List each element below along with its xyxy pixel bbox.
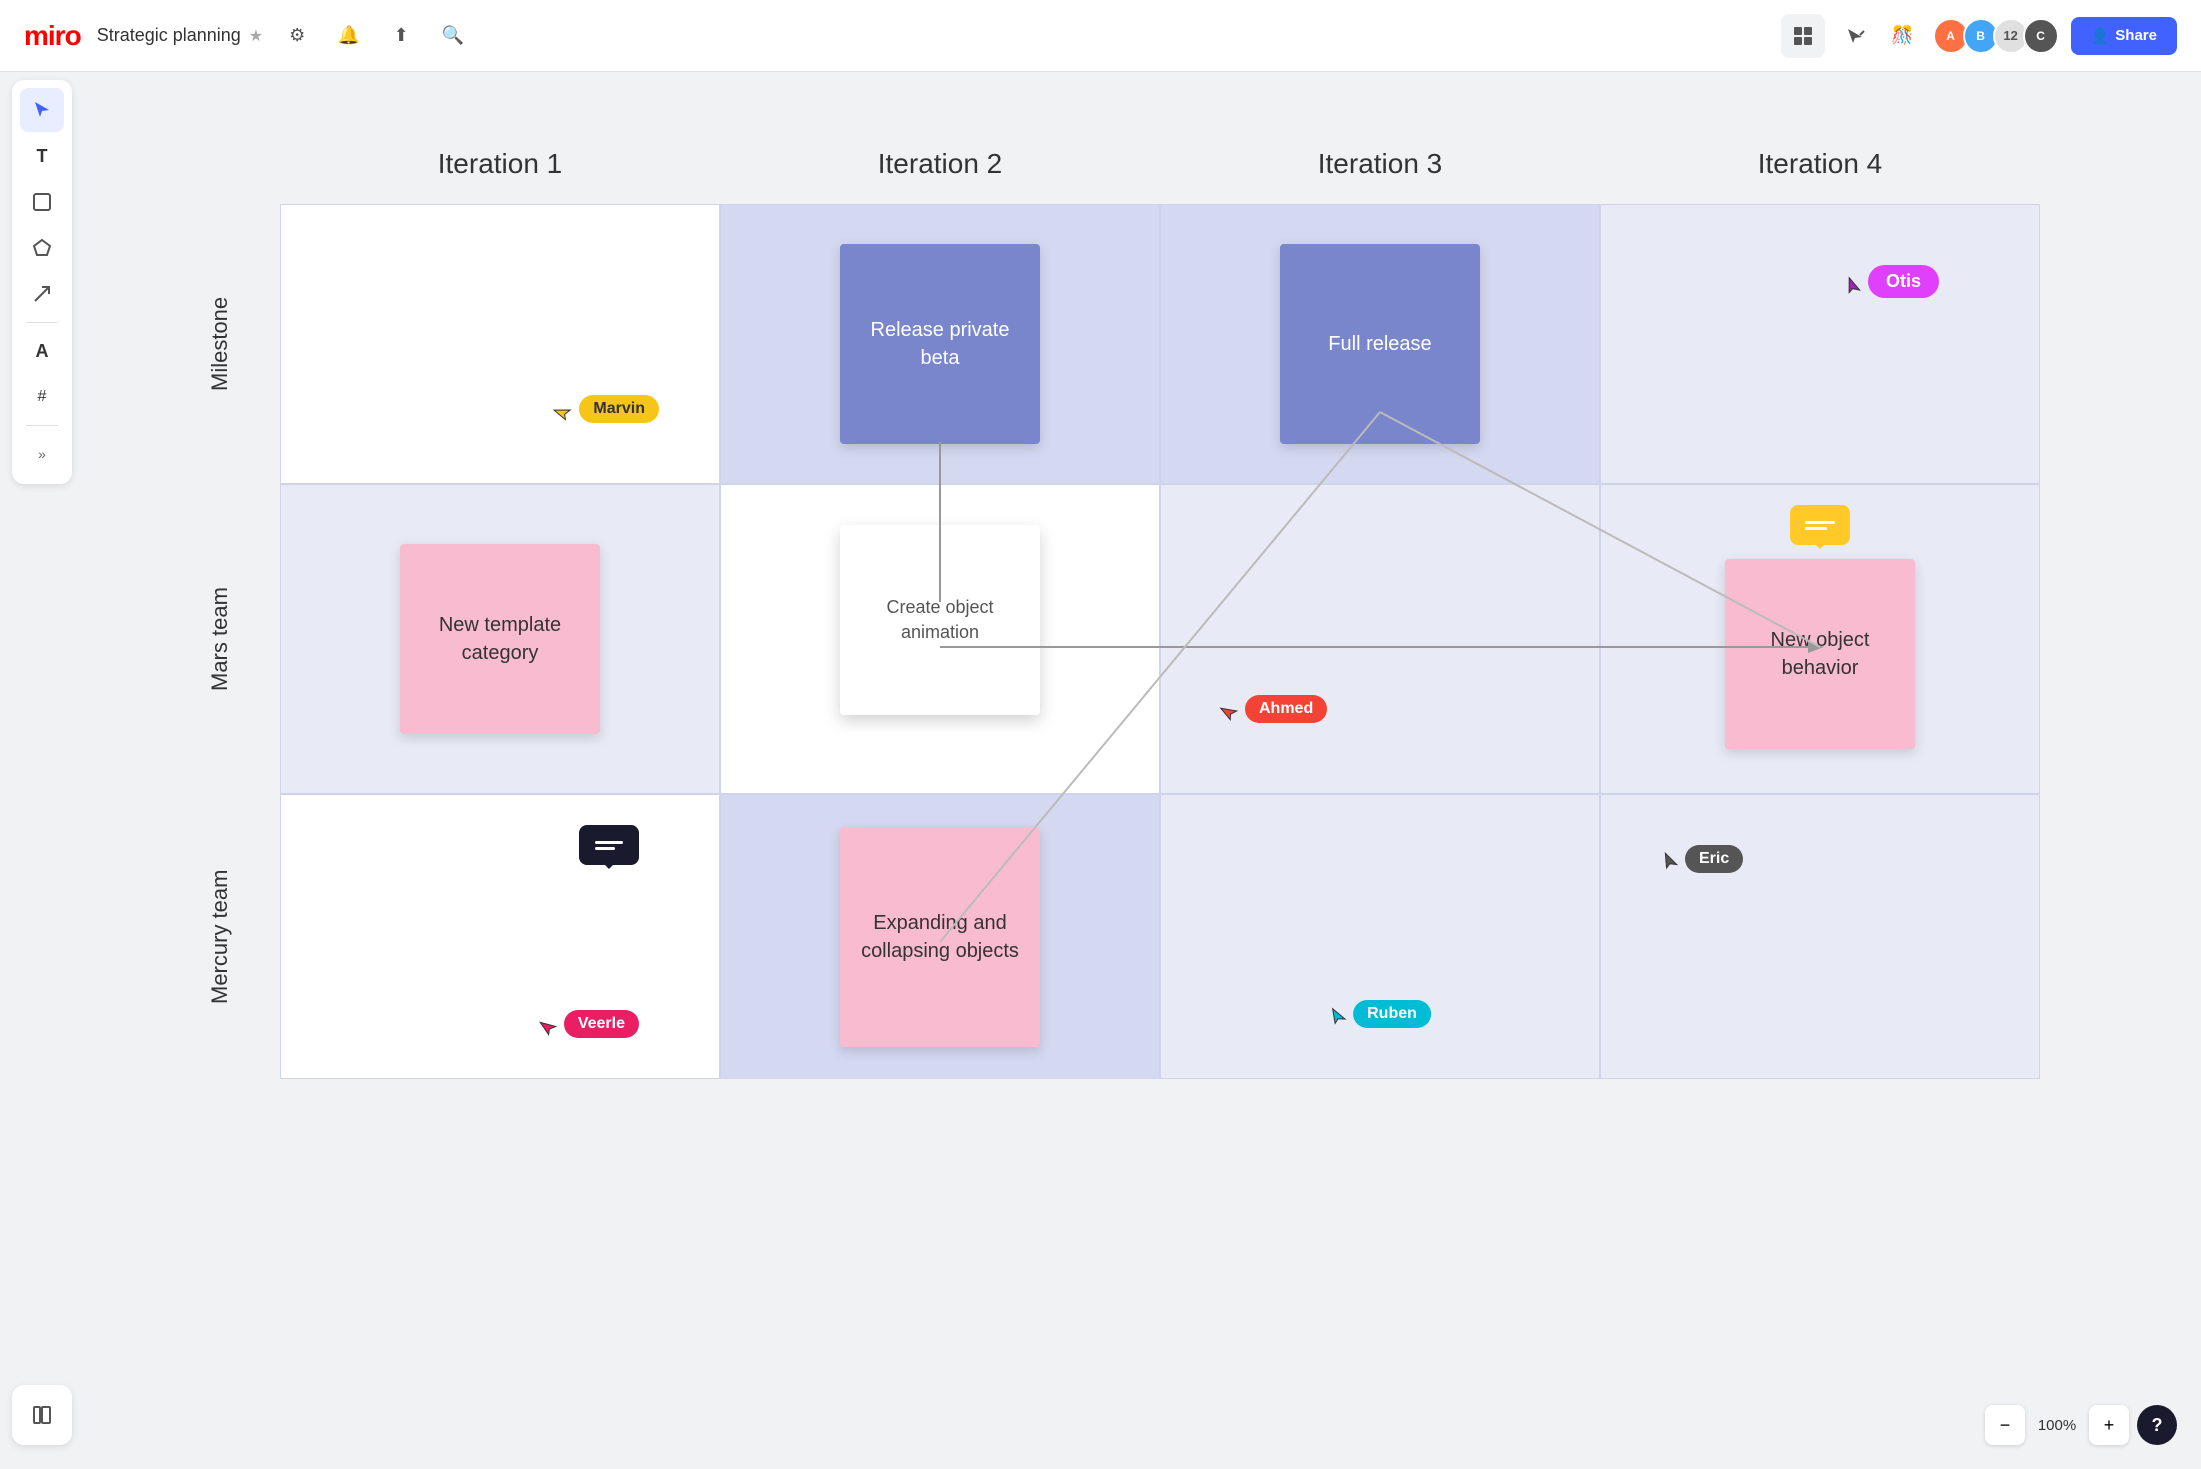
- cursor-ruben: Ruben: [1329, 1000, 1431, 1028]
- share-label: Share: [2115, 27, 2157, 44]
- eric-tag: Eric: [1685, 845, 1743, 873]
- cursor-otis: Otis: [1844, 265, 1939, 298]
- left-toolbar: T A # »: [12, 80, 72, 484]
- avatar-group: A B 12 C: [1933, 18, 2059, 54]
- toolbar-divider: [26, 322, 58, 323]
- ruben-tag: Ruben: [1353, 1000, 1431, 1028]
- frame-tool[interactable]: #: [20, 375, 64, 419]
- apps-button[interactable]: [1781, 14, 1825, 58]
- sticky-expanding-collapsing[interactable]: Expanding and collapsing objects: [840, 827, 1040, 1047]
- cursor-ahmed: Ahmed: [1221, 695, 1327, 723]
- share-board-icon[interactable]: ⬆: [383, 18, 419, 54]
- ahmed-tag: Ahmed: [1245, 695, 1327, 723]
- cursor-veerle: Veerle: [540, 1010, 639, 1038]
- arrow-tool[interactable]: [20, 272, 64, 316]
- grid-rows: Marvin Release private beta Full release: [280, 204, 2080, 1079]
- pen-tool[interactable]: A: [20, 329, 64, 373]
- chat-lines-dark: [595, 841, 623, 850]
- toolbar-divider2: [26, 425, 58, 426]
- select-tool[interactable]: [20, 88, 64, 132]
- bottom-right-controls: − 100% + ?: [1985, 1405, 2177, 1445]
- row-label-milestone: Milestone: [160, 204, 280, 484]
- chat-bubble-mars4[interactable]: [1790, 505, 1850, 545]
- otis-tag: Otis: [1868, 265, 1939, 298]
- sticky-new-template[interactable]: New template category: [400, 544, 600, 734]
- confetti-icon[interactable]: 🎊: [1885, 18, 1921, 54]
- sticky-full-release[interactable]: Full release: [1280, 244, 1480, 444]
- cell-m2[interactable]: Release private beta: [720, 204, 1160, 484]
- zoom-out-button[interactable]: −: [1985, 1405, 2025, 1445]
- cursor-eric: Eric: [1661, 845, 1743, 873]
- note-tool[interactable]: [20, 180, 64, 224]
- col-header-4: Iteration 4: [1600, 132, 2040, 204]
- topbar-right: 🎊 A B 12 C 👤 Share: [1781, 14, 2177, 58]
- row-mercury: Veerle Expanding and collapsing objects: [280, 794, 2080, 1079]
- grid-container: Milestone Mars team Mercury team Ma: [160, 204, 2080, 1079]
- share-icon: 👤: [2091, 27, 2110, 45]
- row-mars: New template category Create object anim…: [280, 484, 2080, 794]
- sticky-new-object-behavior[interactable]: New object behavior: [1725, 559, 1915, 749]
- cell-m3[interactable]: Full release: [1160, 204, 1600, 484]
- chat-lines: [1805, 521, 1835, 530]
- cell-mars2[interactable]: Create object animation: [720, 484, 1160, 794]
- cursor-mode-icon[interactable]: [1837, 18, 1873, 54]
- col-header-2: Iteration 2: [720, 132, 1160, 204]
- cell-merc3[interactable]: Ruben: [1160, 794, 1600, 1079]
- cell-merc4[interactable]: Eric: [1600, 794, 2040, 1079]
- shapes-tool[interactable]: [20, 226, 64, 270]
- cell-m4[interactable]: Otis: [1600, 204, 2040, 484]
- avatar-user4: C: [2023, 18, 2059, 54]
- share-button[interactable]: 👤 Share: [2071, 17, 2177, 55]
- topbar-left: miro Strategic planning ★ ⚙ 🔔 ⬆ 🔍: [24, 18, 471, 54]
- marvin-tag: Marvin: [579, 395, 659, 423]
- cell-mars1[interactable]: New template category: [280, 484, 720, 794]
- cell-merc2[interactable]: Expanding and collapsing objects: [720, 794, 1160, 1079]
- help-button[interactable]: ?: [2137, 1405, 2177, 1445]
- topbar: miro Strategic planning ★ ⚙ 🔔 ⬆ 🔍 🎊: [0, 0, 2201, 72]
- row-labels: Milestone Mars team Mercury team: [160, 204, 280, 1079]
- cell-mars3[interactable]: Ahmed: [1160, 484, 1600, 794]
- canvas[interactable]: Iteration 1 Iteration 2 Iteration 3 Iter…: [80, 72, 2201, 1469]
- board: Iteration 1 Iteration 2 Iteration 3 Iter…: [160, 132, 2080, 1079]
- veerle-tag: Veerle: [564, 1010, 639, 1038]
- chat-bubble-merc1[interactable]: [579, 825, 639, 865]
- notifications-icon[interactable]: 🔔: [331, 18, 367, 54]
- zoom-level-label: 100%: [2033, 1417, 2081, 1434]
- cursor-marvin: Marvin: [555, 395, 659, 423]
- more-tools[interactable]: »: [20, 432, 64, 476]
- star-icon[interactable]: ★: [249, 26, 263, 46]
- board-title-text: Strategic planning: [97, 25, 241, 46]
- sticky-release-private-beta[interactable]: Release private beta: [840, 244, 1040, 444]
- bottom-left-toolbar: [12, 1385, 72, 1445]
- row-label-mars: Mars team: [160, 484, 280, 794]
- cell-m1[interactable]: Marvin: [280, 204, 720, 484]
- zoom-in-button[interactable]: +: [2089, 1405, 2129, 1445]
- col-header-3: Iteration 3: [1160, 132, 1600, 204]
- board-title[interactable]: Strategic planning ★: [97, 25, 263, 46]
- sticky-create-animation[interactable]: Create object animation: [840, 525, 1040, 715]
- cell-mars4[interactable]: New object behavior: [1600, 484, 2040, 794]
- chat-line2: [1805, 527, 1827, 530]
- text-tool[interactable]: T: [20, 134, 64, 178]
- search-icon[interactable]: 🔍: [435, 18, 471, 54]
- row-label-mercury: Mercury team: [160, 794, 280, 1079]
- chat-line1: [1805, 521, 1835, 524]
- panels-toggle[interactable]: [20, 1393, 64, 1437]
- column-headers: Iteration 1 Iteration 2 Iteration 3 Iter…: [280, 132, 2080, 204]
- chat-line-d2: [595, 847, 615, 850]
- miro-logo[interactable]: miro: [24, 20, 81, 52]
- row-milestone: Marvin Release private beta Full release: [280, 204, 2080, 484]
- settings-icon[interactable]: ⚙: [279, 18, 315, 54]
- chat-line-d1: [595, 841, 623, 844]
- text-icon: T: [37, 146, 48, 167]
- col-header-1: Iteration 1: [280, 132, 720, 204]
- cell-merc1[interactable]: Veerle: [280, 794, 720, 1079]
